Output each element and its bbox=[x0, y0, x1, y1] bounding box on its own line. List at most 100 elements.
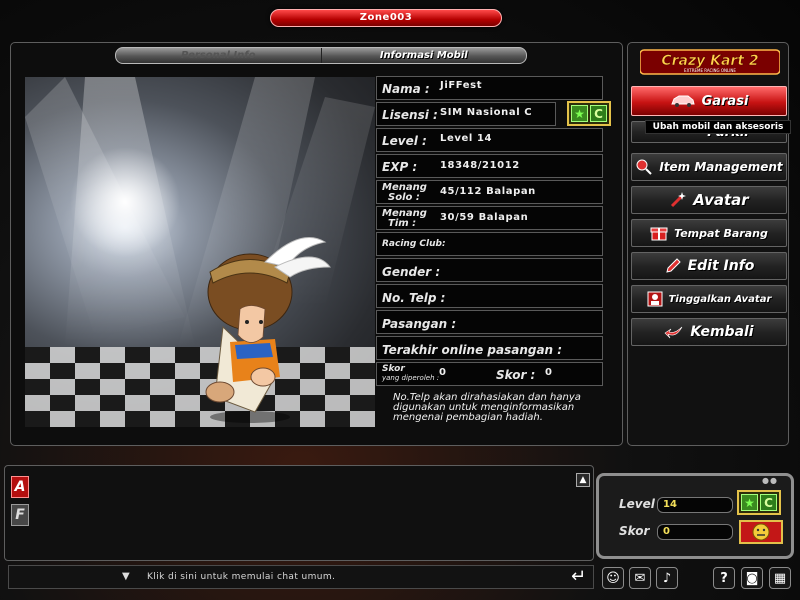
floor-tile bbox=[350, 395, 375, 411]
kembali-button[interactable]: Kembali bbox=[631, 318, 787, 346]
floor-tile bbox=[300, 363, 325, 379]
edit-info-button[interactable]: Edit Info bbox=[631, 252, 787, 280]
garasi-button[interactable]: Garasi bbox=[631, 86, 787, 116]
terakhir-online-label: Terakhir online pasangan : bbox=[382, 343, 563, 357]
mail-icon[interactable]: ✉ bbox=[629, 567, 651, 589]
tinggalkan-avatar-label: Tinggalkan Avatar bbox=[668, 293, 772, 305]
pencil-icon bbox=[665, 258, 681, 273]
exp-value: 18348/21012 bbox=[440, 160, 520, 171]
exp-label: EXP : bbox=[382, 160, 418, 174]
floor-tile bbox=[175, 379, 200, 395]
face-icon bbox=[752, 523, 770, 541]
tim-label: Menang Tim : bbox=[382, 209, 427, 229]
main-menu-panel: Crazy Kart 2 EXTREME RACING ONLINE Garas… bbox=[627, 42, 791, 446]
panel-grip-icon: ●● bbox=[762, 476, 778, 485]
emotion-button[interactable] bbox=[739, 520, 783, 544]
floor-tile bbox=[350, 363, 375, 379]
speaker-icon[interactable]: ♪ bbox=[656, 567, 678, 589]
floor-tile bbox=[325, 347, 350, 363]
solo-value: 45/112 Balapan bbox=[440, 186, 536, 197]
help-icon[interactable]: ? bbox=[713, 567, 735, 589]
status-grade-badge: ★ C bbox=[737, 490, 781, 515]
skor-label: Skor : bbox=[496, 368, 536, 382]
avatar-stage bbox=[25, 77, 375, 427]
garasi-tooltip: Ubah mobil dan aksesoris bbox=[645, 120, 791, 134]
telp-label: No. Telp : bbox=[382, 291, 446, 305]
row-terakhir-online: Terakhir online pasangan : bbox=[376, 336, 603, 360]
row-menang-tim: Menang Tim : 30/59 Balapan bbox=[376, 206, 603, 230]
avatar-label: Avatar bbox=[693, 191, 749, 209]
tim-label-line2: Tim : bbox=[388, 218, 417, 229]
item-management-button[interactable]: Item Management bbox=[631, 153, 787, 181]
row-gender: Gender : bbox=[376, 258, 603, 282]
floor-tile bbox=[100, 363, 125, 379]
license-badge: ★ C bbox=[567, 101, 611, 126]
game-window: Zone003 Personal Info Informasi Mobil ★ … bbox=[0, 0, 800, 600]
kembali-label: Kembali bbox=[690, 324, 754, 340]
floor-tile bbox=[325, 379, 350, 395]
chat-input-bar: ▼ ↵ bbox=[8, 565, 594, 589]
magnifier-icon bbox=[636, 159, 653, 175]
gender-label: Gender : bbox=[382, 265, 441, 279]
chat-input[interactable] bbox=[147, 568, 547, 586]
chat-channel-dropdown-icon[interactable]: ▼ bbox=[122, 571, 130, 582]
tab-personal-info[interactable]: Personal Info bbox=[116, 48, 322, 63]
floor-tile bbox=[25, 347, 50, 363]
row-telp: No. Telp : bbox=[376, 284, 603, 308]
floor-tile bbox=[275, 379, 300, 395]
avatar-button[interactable]: Avatar bbox=[631, 186, 787, 214]
phone-privacy-note: No.Telp akan dirahasiakan dan hanya digu… bbox=[393, 392, 581, 423]
status-skor-label: Skor bbox=[619, 524, 650, 538]
status-skor-value: 0 bbox=[657, 524, 733, 540]
floor-tile bbox=[125, 347, 150, 363]
garasi-label: Garasi bbox=[701, 93, 749, 109]
skor-diperoleh-value: 0 bbox=[439, 367, 447, 378]
lisensi-label: Lisensi : bbox=[382, 108, 438, 122]
level-label: Level : bbox=[382, 134, 427, 148]
solo-label-line2: Solo : bbox=[388, 192, 420, 203]
camera-icon[interactable]: ◙ bbox=[741, 567, 763, 589]
floor-tile bbox=[325, 411, 350, 427]
skor-label-line1: Skor bbox=[382, 364, 405, 374]
floor-tile bbox=[100, 395, 125, 411]
tempat-barang-label: Tempat Barang bbox=[674, 226, 768, 240]
tempat-barang-button[interactable]: Tempat Barang bbox=[631, 219, 787, 247]
logo-tagline-text: EXTREME RACING ONLINE bbox=[684, 68, 736, 73]
row-exp: EXP : 18348/21012 bbox=[376, 154, 603, 178]
tab-informasi-mobil[interactable]: Informasi Mobil bbox=[322, 48, 527, 63]
row-racing-club: Racing Club: bbox=[376, 232, 603, 256]
nama-value: JiFFest bbox=[440, 80, 483, 91]
floor-tile bbox=[75, 379, 100, 395]
wand-icon bbox=[671, 192, 687, 208]
chat-tab-all[interactable]: A bbox=[11, 476, 29, 498]
row-lisensi: Lisensi : SIM Nasional C bbox=[376, 102, 556, 126]
player-status-panel: Level 14 Skor 0 ★ C bbox=[596, 473, 794, 559]
tinggalkan-avatar-button[interactable]: Tinggalkan Avatar bbox=[631, 285, 787, 313]
floor-tile bbox=[175, 411, 200, 427]
floor-tile bbox=[150, 395, 175, 411]
status-grade: C bbox=[760, 494, 777, 511]
grid-icon[interactable]: ▦ bbox=[769, 567, 791, 589]
zone-title-bar: Zone003 bbox=[270, 9, 502, 27]
chat-scroll-up-button[interactable]: ▲ bbox=[576, 473, 590, 487]
row-pasangan: Pasangan : bbox=[376, 310, 603, 334]
smiley-icon[interactable]: ☺ bbox=[602, 567, 624, 589]
floor-tile bbox=[50, 363, 75, 379]
level-value: Level 14 bbox=[440, 133, 493, 144]
chat-tab-friends[interactable]: F bbox=[11, 504, 29, 526]
crazy-kart-logo: Crazy Kart 2 EXTREME RACING ONLINE bbox=[640, 49, 780, 75]
status-level-label: Level bbox=[619, 497, 655, 511]
item-management-label: Item Management bbox=[659, 160, 783, 174]
floor-tile bbox=[125, 411, 150, 427]
nama-label: Nama : bbox=[382, 82, 430, 96]
avatar-leave-icon bbox=[647, 291, 663, 307]
lisensi-value: SIM Nasional C bbox=[440, 107, 533, 118]
status-level-value: 14 bbox=[657, 497, 733, 513]
floor-tile bbox=[150, 363, 175, 379]
back-arrow-icon bbox=[664, 326, 683, 339]
stage-illustration bbox=[25, 77, 375, 427]
racing-club-label: Racing Club: bbox=[382, 239, 446, 249]
status-star-icon: ★ bbox=[741, 494, 758, 511]
floor-tile bbox=[175, 347, 200, 363]
enter-icon[interactable]: ↵ bbox=[571, 567, 586, 587]
